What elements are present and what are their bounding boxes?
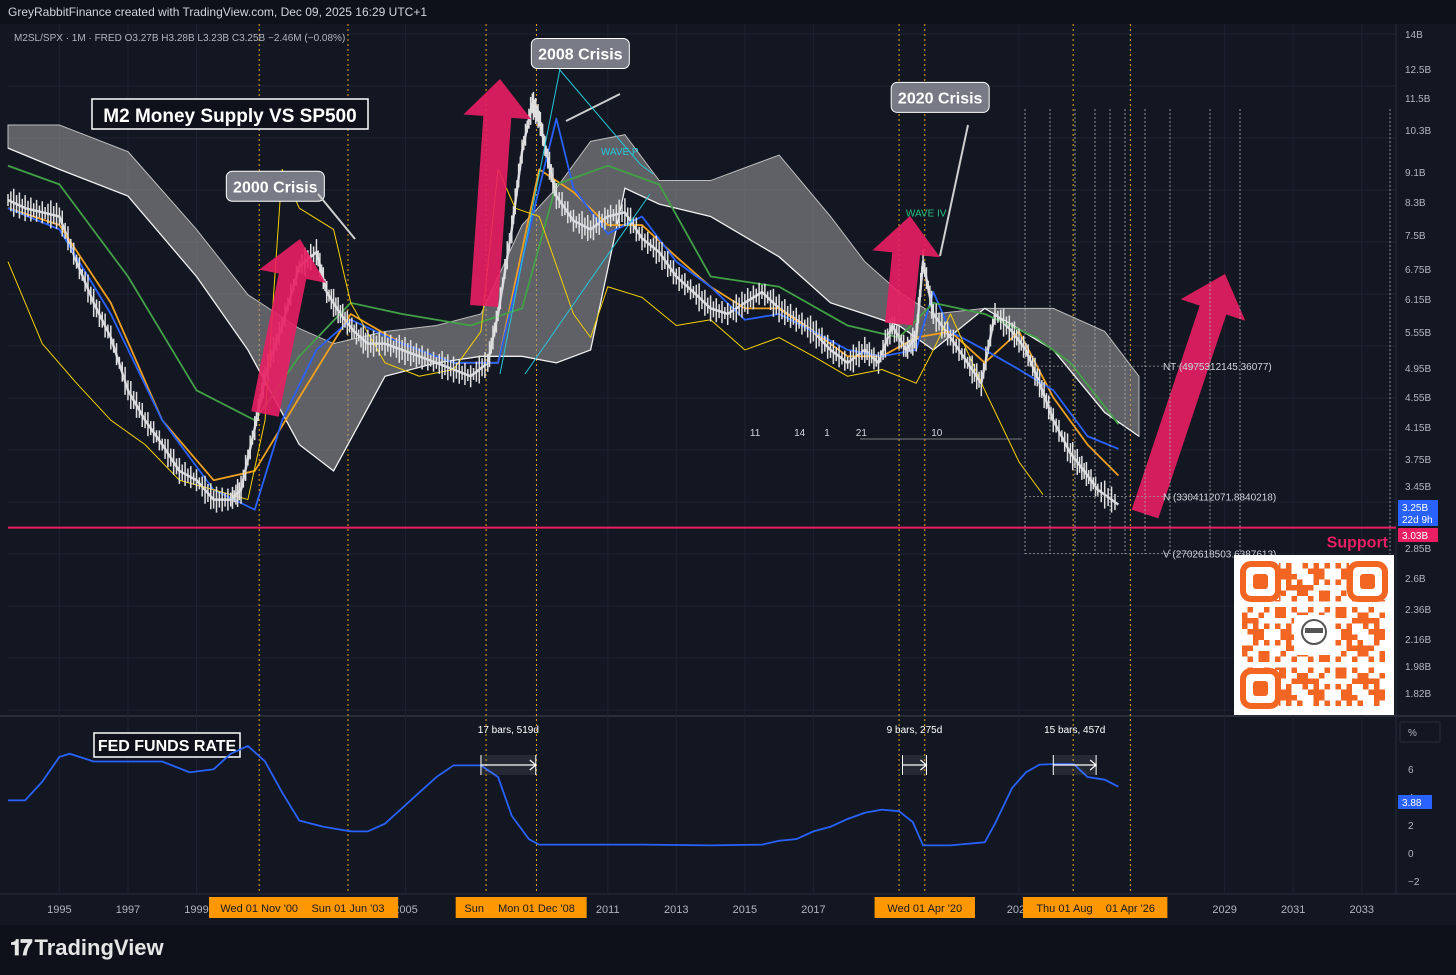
price-scale-label: 7.5B <box>1405 231 1426 242</box>
chart-header: GreyRabbitFinance created with TradingVi… <box>0 0 1456 24</box>
support-label: Support <box>1327 535 1389 552</box>
fed-unit-label: % <box>1408 728 1417 739</box>
cycle-count-label: 1 <box>824 428 830 439</box>
price-scale-label: 3.75B <box>1405 455 1431 466</box>
price-scale-label: 2.6B <box>1405 574 1426 585</box>
date-highlight-label: Wed 01 Nov '00 <box>220 903 298 915</box>
price-scale-label: 2.85B <box>1405 544 1431 555</box>
fed-scale-label: −2 <box>1408 877 1420 888</box>
bars-range-label: 15 bars, 457d <box>1044 725 1105 736</box>
countdown-label: 22d 9h <box>1402 515 1433 526</box>
time-axis-label: 1997 <box>116 904 140 916</box>
support-price-label: 3.03B <box>1402 531 1428 542</box>
attribution-text: GreyRabbitFinance created with TradingVi… <box>8 5 428 19</box>
date-highlight-label: Mon 01 Dec '08 <box>498 903 575 915</box>
crisis-callout-label: 2000 Crisis <box>233 179 318 196</box>
date-highlight-label: Sun 01 Jun '03 <box>311 903 384 915</box>
price-scale-label: 9.1B <box>1405 168 1426 179</box>
price-scale-label: 4.15B <box>1405 423 1431 434</box>
date-highlight-label: Wed 01 Apr '20 <box>887 903 962 915</box>
price-scale-label: 3.45B <box>1405 482 1431 493</box>
time-axis-label: 1999 <box>184 904 208 916</box>
price-scale-label: 6.15B <box>1405 295 1431 306</box>
crisis-callout-label: 2008 Crisis <box>538 46 623 63</box>
price-scale-label: 6.75B <box>1405 265 1431 276</box>
main-title: M2 Money Supply VS SP500 <box>103 106 356 127</box>
qr-code-image <box>1234 555 1394 715</box>
chart-area[interactable]: Support M2 Money Supply VS SP500 M2SL/SPX … <box>0 24 1456 925</box>
fib-level-label: NT (4975312145.36077) <box>1163 362 1272 373</box>
chart-background <box>0 24 1456 925</box>
price-scale-label: 14B <box>1405 30 1423 41</box>
price-scale-label: 4.95B <box>1405 364 1431 375</box>
bars-range-label: 9 bars, 275d <box>887 725 943 736</box>
time-axis-label: 1995 <box>47 904 71 916</box>
bars-range-label: 17 bars, 519d <box>478 725 539 736</box>
time-axis-label: 2013 <box>664 904 688 916</box>
current-price-label: 3.25B <box>1402 503 1428 514</box>
fed-title-box: FED FUNDS RATE <box>93 732 241 758</box>
tradingview-logo-icon: 𝟏𝟕 <box>10 935 33 960</box>
crisis-callout-label: 2020 Crisis <box>898 90 983 107</box>
price-scale-label: 8.3B <box>1405 198 1426 209</box>
tradingview-brand[interactable]: 𝟏𝟕 TradingView <box>10 935 164 961</box>
time-axis-label: 2033 <box>1349 904 1373 916</box>
price-scale-area <box>1396 24 1456 925</box>
time-axis-label: 2031 <box>1281 904 1305 916</box>
qr-pattern <box>1234 555 1394 715</box>
price-scale-label: 5.55B <box>1405 328 1431 339</box>
time-axis-label: 2011 <box>596 904 620 916</box>
cycle-count-label: 14 <box>794 428 806 439</box>
series-legend: M2SL/SPX · 1M · FRED O3.27B H3.28B L3.23… <box>14 33 345 44</box>
fed-title: FED FUNDS RATE <box>98 738 237 755</box>
price-scale-label: 2.36B <box>1405 605 1431 616</box>
main-title-box: M2 Money Supply VS SP500 <box>91 98 369 130</box>
cycle-count-label: 11 <box>750 428 761 439</box>
fed-last-value: 3.88 <box>1402 798 1422 809</box>
price-scale-label: 1.82B <box>1405 689 1431 700</box>
fed-scale-label: 6 <box>1408 765 1414 776</box>
price-scale-label: 2.16B <box>1405 635 1431 646</box>
price-scale-label: 10.3B <box>1405 126 1431 137</box>
fed-scale-label: 2 <box>1408 821 1414 832</box>
cycle-count-label: 10 <box>931 428 943 439</box>
date-highlight-label: 01 Apr '26 <box>1106 903 1155 915</box>
unit-box <box>1399 721 1441 743</box>
price-scale-label: 4.55B <box>1405 393 1431 404</box>
time-axis-label: 2017 <box>801 904 825 916</box>
price-scale-label: 12.5B <box>1405 65 1431 76</box>
fed-scale-label: 0 <box>1408 849 1414 860</box>
footer-bar: 𝟏𝟕 TradingView <box>0 925 1456 975</box>
time-axis-label: 2015 <box>733 904 757 916</box>
price-scale-label: 1.98B <box>1405 662 1431 673</box>
price-scale-label: 11.5B <box>1405 94 1431 105</box>
time-axis-label: 2029 <box>1212 904 1236 916</box>
fib-level-label: N (3304112071.8840218) <box>1163 493 1276 504</box>
brand-text: TradingView <box>34 935 164 960</box>
cycle-count-label: 21 <box>856 428 868 439</box>
wave-label: WAVE IV <box>906 208 947 219</box>
